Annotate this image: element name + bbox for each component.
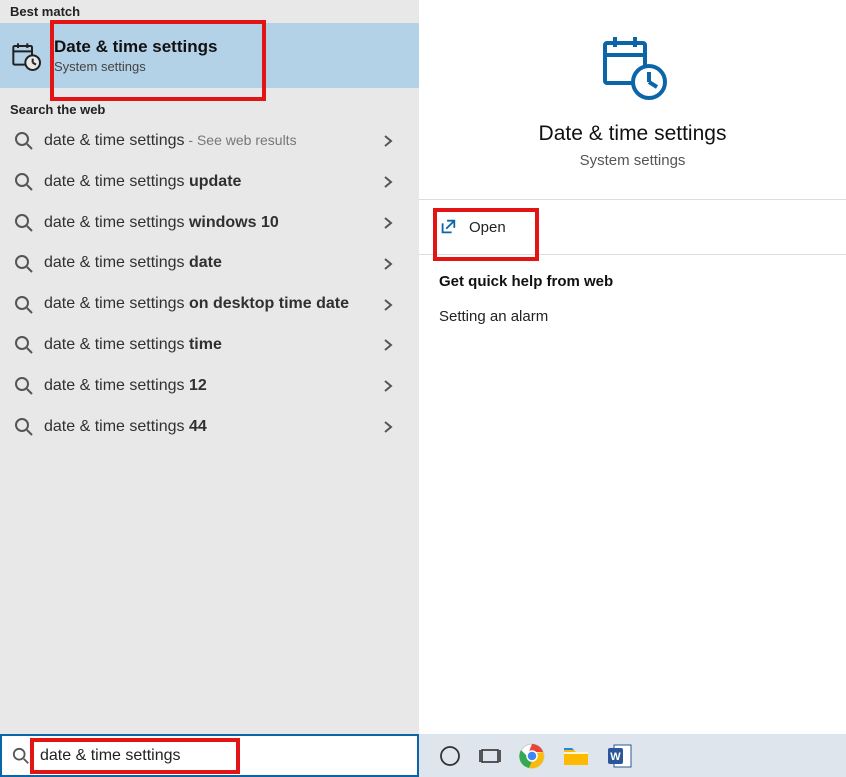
highlight-annotation <box>433 208 539 261</box>
highlight-annotation <box>30 738 240 774</box>
search-results-panel: Best match Date & time settings System s… <box>0 0 419 734</box>
preview-title: Date & time settings <box>429 122 836 146</box>
open-action[interactable]: Open <box>419 200 846 254</box>
date-time-icon <box>10 40 42 72</box>
preview-subtitle: System settings <box>429 152 836 169</box>
help-link[interactable]: Setting an alarm <box>439 308 826 325</box>
chrome-icon[interactable] <box>519 743 545 769</box>
web-results-list: date & time settings - See web results d… <box>0 121 419 734</box>
search-icon <box>14 295 34 315</box>
search-icon <box>14 131 34 151</box>
web-result-label: date & time settings 44 <box>44 417 375 438</box>
web-result-item[interactable]: date & time settings 12 <box>0 366 419 407</box>
web-result-item[interactable]: date & time settings update <box>0 162 419 203</box>
web-result-item[interactable]: date & time settings 44 <box>0 407 419 448</box>
chevron-right-icon <box>381 175 395 189</box>
web-result-label: date & time settings on desktop time dat… <box>44 294 375 315</box>
chevron-right-icon <box>381 298 395 312</box>
best-match-result[interactable]: Date & time settings System settings <box>0 23 419 88</box>
search-icon <box>12 747 30 765</box>
chevron-right-icon <box>381 134 395 148</box>
web-result-item[interactable]: date & time settings - See web results <box>0 121 419 162</box>
word-icon[interactable]: W <box>607 743 633 769</box>
search-icon <box>14 417 34 437</box>
search-icon <box>14 335 34 355</box>
taskbar: W <box>0 734 846 777</box>
web-result-label: date & time settings update <box>44 172 375 193</box>
web-result-item[interactable]: date & time settings date <box>0 243 419 284</box>
search-icon <box>14 172 34 192</box>
help-title: Get quick help from web <box>439 273 826 290</box>
chevron-right-icon <box>381 338 395 352</box>
web-result-label: date & time settings - See web results <box>44 131 375 152</box>
preview-panel: Date & time settings System settings Ope… <box>419 0 846 734</box>
search-icon <box>14 213 34 233</box>
chevron-right-icon <box>381 420 395 434</box>
web-result-label: date & time settings date <box>44 253 375 274</box>
web-result-item[interactable]: date & time settings on desktop time dat… <box>0 284 419 325</box>
web-result-label: date & time settings windows 10 <box>44 213 375 234</box>
web-result-label: date & time settings 12 <box>44 376 375 397</box>
web-result-item[interactable]: date & time settings windows 10 <box>0 203 419 244</box>
task-view-icon[interactable] <box>479 745 501 767</box>
cortana-icon[interactable] <box>439 745 461 767</box>
web-result-item[interactable]: date & time settings time <box>0 325 419 366</box>
date-time-icon <box>597 30 669 102</box>
file-explorer-icon[interactable] <box>563 744 589 768</box>
web-result-label: date & time settings time <box>44 335 375 356</box>
highlight-annotation <box>50 20 266 101</box>
chevron-right-icon <box>381 257 395 271</box>
svg-text:W: W <box>610 751 621 763</box>
search-icon <box>14 254 34 274</box>
chevron-right-icon <box>381 216 395 230</box>
chevron-right-icon <box>381 379 395 393</box>
taskbar-search-box[interactable] <box>0 734 419 777</box>
search-icon <box>14 376 34 396</box>
